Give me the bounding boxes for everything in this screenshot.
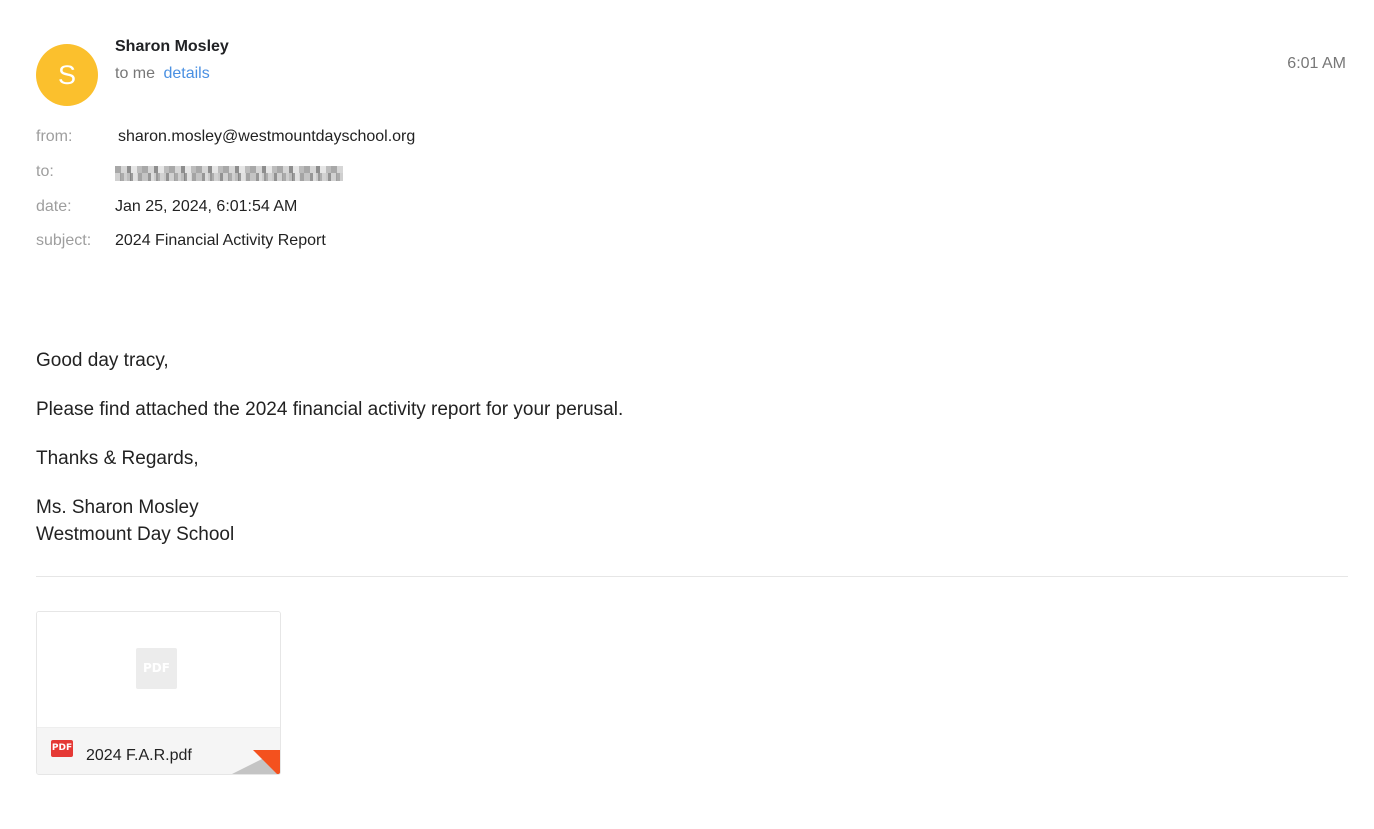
attachment-preview[interactable]: PDF — [37, 612, 280, 727]
attachment-filename[interactable]: 2024 F.A.R.pdf — [86, 747, 192, 765]
attachment-corner-icon — [226, 750, 280, 774]
redacted-recipient — [115, 166, 343, 181]
details-link[interactable]: details — [163, 65, 209, 82]
sender-name[interactable]: Sharon Mosley — [115, 38, 229, 56]
to-label: to: — [36, 163, 54, 180]
sender-avatar[interactable]: S — [36, 44, 98, 106]
attachment-card[interactable]: PDF PDF 2024 F.A.R.pdf — [36, 611, 281, 775]
date-label: date: — [36, 198, 72, 215]
email-view: S Sharon Mosley to me details 6:01 AM fr… — [0, 0, 1374, 829]
attachment-footer[interactable]: PDF 2024 F.A.R.pdf — [37, 727, 280, 774]
to-me-label: to me — [115, 65, 156, 82]
body-message: Please find attached the 2024 financial … — [36, 399, 624, 420]
message-time: 6:01 AM — [1287, 55, 1346, 72]
signature-org: Westmount Day School — [36, 524, 235, 545]
body-closing: Thanks & Regards, — [36, 448, 199, 469]
from-label: from: — [36, 128, 73, 145]
pdf-preview-icon: PDF — [136, 648, 177, 689]
body-divider — [36, 576, 1348, 577]
signature-name: Ms. Sharon Mosley — [36, 497, 199, 518]
body-greeting: Good day tracy, — [36, 350, 169, 371]
recipient-summary: to me details — [115, 65, 210, 83]
subject-label: subject: — [36, 232, 92, 249]
date-value: Jan 25, 2024, 6:01:54 AM — [115, 198, 298, 215]
pdf-file-icon: PDF — [51, 740, 73, 757]
subject-value: 2024 Financial Activity Report — [115, 232, 326, 249]
from-value[interactable]: sharon.mosley@westmountdayschool.org — [118, 128, 415, 146]
